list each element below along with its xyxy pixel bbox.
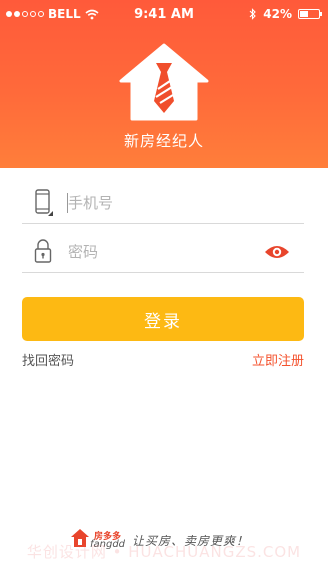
watermark: 华创设计网 • HUACHUANGZS.COM [26, 543, 302, 561]
status-bar: BELL 9:41 AM 42% [0, 0, 328, 30]
login-button[interactable]: 登录 [22, 297, 304, 341]
phone-field [22, 183, 304, 224]
header-banner: BELL 9:41 AM 42% 新房经纪人 [0, 0, 328, 168]
forgot-password-link[interactable]: 找回密码 [22, 350, 74, 369]
battery-level [300, 11, 308, 17]
status-right: 42% [249, 7, 322, 21]
eye-icon[interactable] [264, 244, 290, 260]
lock-icon [34, 239, 52, 263]
app-title: 新房经纪人 [123, 132, 204, 150]
battery-percent: 42% [263, 7, 292, 21]
house-tie-icon [119, 43, 209, 121]
password-input[interactable] [68, 240, 268, 264]
register-link[interactable]: 立即注册 [252, 350, 304, 369]
password-field [22, 232, 304, 273]
bluetooth-icon [249, 8, 257, 20]
mobile-phone-icon [35, 189, 53, 216]
battery-icon [298, 9, 322, 19]
phone-input[interactable] [68, 191, 268, 215]
